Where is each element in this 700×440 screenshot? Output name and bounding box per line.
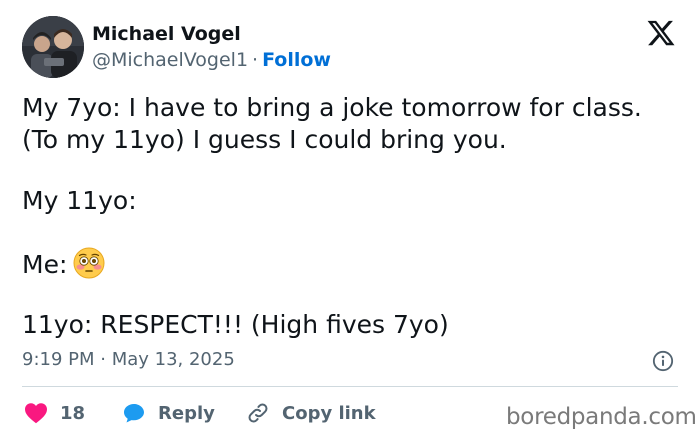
reply-button[interactable]: Reply — [122, 400, 215, 426]
tweet-line-2: (To my 11yo) I guess I could bring you. — [22, 125, 507, 154]
heart-icon — [25, 403, 47, 424]
follow-button[interactable]: Follow — [262, 49, 331, 71]
divider — [22, 386, 678, 387]
reply-label: Reply — [158, 402, 215, 424]
like-button[interactable]: 18 — [24, 400, 85, 426]
tweet-timestamp[interactable]: 9:19 PM · May 13, 2025 — [22, 348, 235, 372]
like-count: 18 — [60, 402, 86, 424]
tweet-line-3: My 11yo: — [22, 186, 137, 215]
tweet-line-1: My 7yo: I have to bring a joke tomorrow … — [22, 93, 642, 122]
link-icon — [248, 403, 268, 423]
avatar[interactable] — [22, 16, 84, 78]
watermark: boredpanda.com — [506, 404, 697, 430]
copy-link-label: Copy link — [282, 402, 376, 424]
copy-link-button[interactable]: Copy link — [246, 400, 376, 426]
avatar-photo — [22, 16, 84, 78]
tweet-line-4: Me: — [22, 247, 105, 281]
tweet-card: Michael Vogel @MichaelVogel1 · Follow My 7… — [0, 0, 700, 440]
meta-separator: · — [252, 49, 259, 71]
author-meta: @MichaelVogel1 · Follow — [92, 48, 331, 72]
tweet-line-4-text: Me: — [22, 250, 68, 279]
reply-bubble-icon — [124, 404, 144, 423]
author-name[interactable]: Michael Vogel — [92, 22, 241, 46]
author-handle[interactable]: @MichaelVogel1 — [92, 49, 248, 71]
flushed-face-icon — [73, 247, 105, 279]
info-icon[interactable] — [652, 350, 674, 372]
x-logo-icon[interactable] — [646, 18, 676, 48]
tweet-line-5: 11yo: RESPECT!!! (High fives 7yo) — [22, 310, 449, 339]
